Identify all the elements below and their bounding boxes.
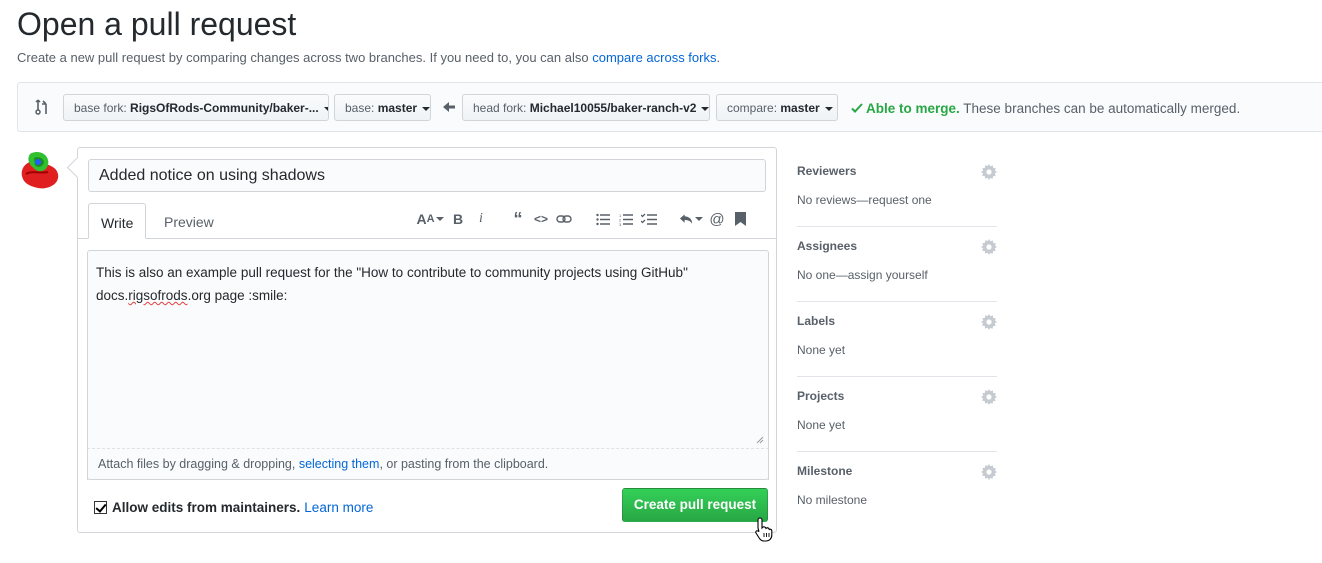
sidebar-section-assignees: Assignees No one—assign yourself [797,227,997,302]
base-fork-label: base fork: [74,101,131,115]
sidebar-title: Assignees [797,239,858,253]
sidebar-value: No milestone [797,493,868,507]
page-title: Open a pull request [17,6,297,42]
sidebar-title: Milestone [797,464,853,478]
check-icon [851,103,863,113]
ordered-list-icon[interactable]: 123 [617,210,635,228]
merge-status: Able to merge. These branches can be aut… [851,101,1240,116]
sidebar-section-labels: Labels None yet [797,302,997,377]
markdown-toolbar: AA B i “ <> 123 @ [416,209,754,229]
unordered-list-icon[interactable] [594,210,612,228]
code-icon[interactable]: <> [532,210,550,228]
learn-more-link[interactable]: Learn more [304,500,373,515]
compare-branches-icon [35,99,47,115]
sidebar: Reviewers No reviews—request one Assigne… [797,152,997,527]
compare-branch-select[interactable]: compare: master [716,94,838,121]
gear-icon[interactable] [981,389,997,405]
chevron-down-icon [824,106,833,111]
mention-icon[interactable]: @ [708,210,726,228]
sidebar-value[interactable]: No reviews—request one [797,193,932,207]
base-branch-select[interactable]: base: master [334,94,431,121]
select-files-link[interactable]: selecting them [299,457,380,471]
comment-body: This is also an example pull request for… [96,261,756,307]
reply-icon[interactable] [679,210,703,228]
subtitle-text: Create a new pull request by comparing c… [17,50,593,65]
gear-icon[interactable] [981,464,997,480]
bold-icon[interactable]: B [449,210,467,228]
comment-line-2-suffix: .org page :smile: [187,288,288,303]
title-input[interactable] [88,159,766,192]
quote-icon[interactable]: “ [509,209,527,229]
page-subtitle: Create a new pull request by comparing c… [17,50,720,65]
subtitle-suffix: . [716,50,721,65]
comment-line-1: This is also an example pull request for… [96,265,688,280]
text-size-icon[interactable]: AA [416,210,444,228]
sidebar-title: Projects [797,389,845,403]
head-fork-label: head fork: [473,101,530,115]
attach-text: Attach files by dragging & dropping, [98,457,299,471]
comment-textarea[interactable]: This is also an example pull request for… [87,250,769,480]
head-fork-select[interactable]: head fork: Michael10055/baker-ranch-v2 [462,94,710,121]
pull-request-form: Write Preview AA B i “ <> 123 @ This is … [77,147,777,533]
base-label: base: [345,101,378,115]
merge-note-text: These branches can be automatically merg… [959,101,1241,116]
link-icon[interactable] [555,210,573,228]
sidebar-value[interactable]: No one—assign yourself [797,268,928,282]
chevron-down-icon [422,106,430,111]
base-branch-value: master [377,101,418,115]
gear-icon[interactable] [981,314,997,330]
sidebar-section-reviewers: Reviewers No reviews—request one [797,152,997,227]
compare-label: compare: [727,101,781,115]
sidebar-value: None yet [797,343,846,357]
sidebar-section-projects: Projects None yet [797,377,997,452]
compare-branch-value: master [780,101,820,115]
hand-cursor-icon [755,517,773,542]
misspelled-word: rigsofrods [128,288,188,303]
head-fork-value: Michael10055/baker-ranch-v2 [529,101,697,115]
merge-ok-text: Able to merge. [866,101,960,116]
chevron-down-icon [323,106,328,111]
gear-icon[interactable] [981,164,997,180]
svg-text:3: 3 [619,222,622,226]
resize-handle-icon[interactable] [756,436,764,444]
italic-icon[interactable]: i [472,210,490,228]
sidebar-value: None yet [797,418,846,432]
file-attach-bar[interactable]: Attach files by dragging & dropping, sel… [87,436,769,480]
tab-preview[interactable]: Preview [152,203,226,239]
allow-edits-checkbox[interactable] [94,501,107,514]
sidebar-title: Reviewers [797,164,857,178]
sidebar-section-milestone: Milestone No milestone [797,452,997,527]
chevron-down-icon [701,106,709,111]
allow-edits-label: Allow edits from maintainers. [112,500,301,515]
sidebar-title: Labels [797,314,836,328]
avatar[interactable] [18,148,60,190]
compare-across-forks-link[interactable]: compare across forks [592,50,716,65]
attach-suffix: , or pasting from the clipboard. [379,457,549,471]
gear-icon[interactable] [981,239,997,255]
allow-edits-checkbox-row[interactable]: Allow edits from maintainers. Learn more [94,500,373,515]
bookmark-icon[interactable] [731,210,749,228]
tab-write[interactable]: Write [88,203,147,239]
base-fork-value: RigsOfRods-Community/baker-... [130,101,319,115]
base-fork-select[interactable]: base fork: RigsOfRods-Community/baker-..… [63,94,329,121]
comment-line-2-prefix: docs. [96,288,129,303]
arrow-left-icon [443,102,455,112]
task-list-icon[interactable] [640,210,658,228]
create-pull-request-button[interactable]: Create pull request [622,488,768,522]
compare-bar: base fork: RigsOfRods-Community/baker-..… [17,82,1322,132]
